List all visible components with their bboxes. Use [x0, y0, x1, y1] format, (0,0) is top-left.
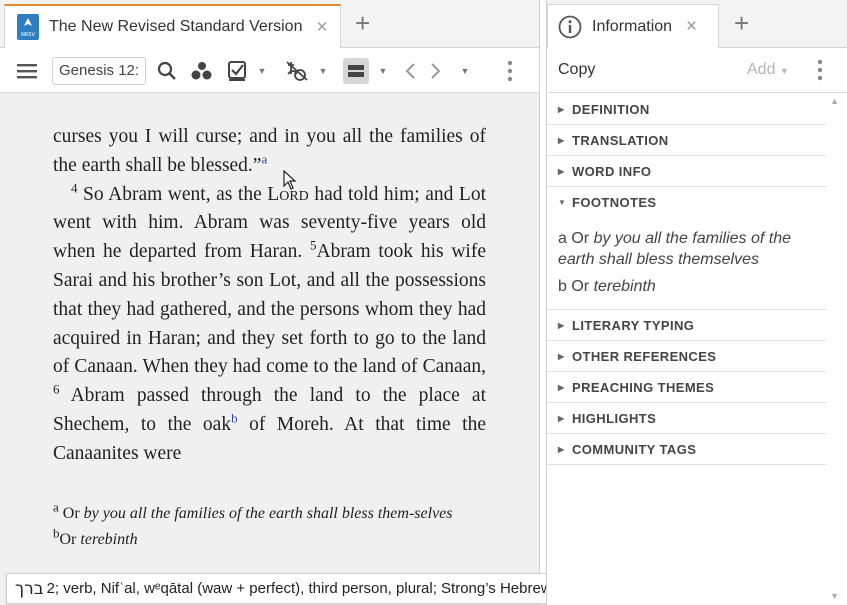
- footnote-a-entry[interactable]: a Or by you all the families of the eart…: [558, 228, 819, 270]
- inline-dropdown-icon[interactable]: ▼: [315, 48, 331, 93]
- expand-icon: ▶: [558, 413, 565, 423]
- svg-text:NRSV: NRSV: [21, 32, 35, 38]
- section-preaching-themes[interactable]: ▶ PREACHING THEMES: [547, 372, 827, 403]
- verse-number[interactable]: 6: [53, 382, 60, 397]
- left-tab-bar: NRSV The New Revised Standard Version × …: [0, 0, 539, 48]
- expand-icon: ▶: [558, 351, 565, 361]
- inline-display-icon[interactable]: [283, 48, 311, 93]
- section-other-references[interactable]: ▶ OTHER REFERENCES: [547, 341, 827, 372]
- verses-4-6: 4 So Abram went, as the Lord had told hi…: [53, 180, 486, 464]
- menu-icon[interactable]: [14, 48, 40, 93]
- expand-icon: ▶: [558, 320, 565, 330]
- bible-toolbar: Genesis 12: ▼ ▼ ▼ ▼: [0, 48, 539, 93]
- section-footnotes[interactable]: ▼ FOOTNOTES: [547, 187, 827, 218]
- expand-icon: ▶: [558, 135, 565, 145]
- scroll-down-icon[interactable]: ▼: [830, 591, 839, 601]
- bible-panel: NRSV The New Revised Standard Version × …: [0, 0, 607, 605]
- forward-icon[interactable]: [426, 48, 446, 93]
- tab-title: The New Revised Standard Version: [49, 18, 303, 35]
- collapse-icon: ▼: [558, 198, 567, 207]
- expand-icon: ▶: [558, 382, 565, 392]
- more-options-icon[interactable]: [817, 59, 823, 86]
- footnotes-content: a Or by you all the families of the eart…: [547, 218, 827, 310]
- footnote-b: bOr terebinth: [53, 525, 138, 548]
- layout-dropdown-icon[interactable]: ▼: [375, 48, 391, 93]
- hebrew-lemma: ברך: [15, 578, 44, 599]
- bible-text: curses you I will curse; and in you all …: [53, 123, 486, 469]
- checklist-dropdown-icon[interactable]: ▼: [254, 48, 270, 93]
- section-community-tags[interactable]: ▶ COMMUNITY TAGS: [547, 434, 827, 465]
- info-icon: [558, 15, 582, 39]
- expand-icon: ▶: [558, 104, 565, 114]
- right-tab-bar: Information × +: [547, 0, 847, 48]
- morphology-text: 2; verb, Nifʿal, wᵉqātal (waw + perfect)…: [46, 580, 598, 597]
- layout-icon[interactable]: [342, 48, 370, 93]
- scroll-up-icon[interactable]: ▲: [830, 96, 839, 106]
- close-tab-icon[interactable]: ×: [316, 18, 327, 37]
- footnote-ref-a[interactable]: a: [261, 151, 267, 166]
- add-tab-icon[interactable]: +: [734, 10, 749, 36]
- more-options-icon[interactable]: [500, 48, 520, 93]
- footnote-a: a Or by you all the families of the eart…: [53, 499, 453, 522]
- checklist-icon[interactable]: [226, 48, 250, 93]
- add-dropdown-icon: ▼: [779, 66, 789, 76]
- copy-button[interactable]: Copy: [558, 61, 595, 79]
- expand-icon: ▶: [558, 444, 565, 454]
- section-highlights[interactable]: ▶ HIGHLIGHTS: [547, 403, 827, 434]
- information-panel: Information × + Copy Add ▼ ▶ DEFINITION ▶…: [546, 0, 847, 605]
- mouse-cursor-icon: [283, 169, 297, 195]
- section-literary-typing[interactable]: ▶ LITERARY TYPING: [547, 310, 827, 341]
- reading-area: curses you I will curse; and in you all …: [0, 94, 539, 605]
- add-tab-icon[interactable]: +: [355, 10, 370, 36]
- tab-title: Information: [592, 17, 673, 35]
- page-footnotes: a Or by you all the families of the eart…: [53, 501, 489, 553]
- search-icon[interactable]: [154, 48, 180, 93]
- add-button[interactable]: Add ▼: [747, 61, 789, 79]
- visual-filters-icon[interactable]: [188, 48, 216, 93]
- verse-3-end: curses you I will curse; and in you all …: [53, 126, 486, 176]
- history-dropdown-icon[interactable]: ▼: [457, 48, 473, 93]
- section-translation[interactable]: ▶ TRANSLATION: [547, 125, 827, 156]
- expand-icon: ▶: [558, 166, 565, 176]
- reference-input[interactable]: Genesis 12:: [52, 57, 146, 85]
- morphology-tooltip: ברך 2; verb, Nifʿal, wᵉqātal (waw + perf…: [6, 573, 607, 604]
- footnote-b-entry[interactable]: b Or terebinth: [558, 276, 819, 297]
- section-word-info[interactable]: ▶ WORD INFO: [547, 156, 827, 187]
- tab-nrsv[interactable]: NRSV The New Revised Standard Version ×: [4, 4, 341, 48]
- tab-information[interactable]: Information ×: [547, 4, 719, 48]
- info-toolbar: Copy Add ▼: [547, 48, 847, 93]
- info-sections: ▶ DEFINITION ▶ TRANSLATION ▶ WORD INFO ▼ FOO…: [547, 94, 827, 465]
- section-definition[interactable]: ▶ DEFINITION: [547, 94, 827, 125]
- back-icon[interactable]: [400, 48, 420, 93]
- nrsv-book-icon: NRSV: [17, 14, 39, 40]
- close-tab-icon[interactable]: ×: [686, 17, 697, 36]
